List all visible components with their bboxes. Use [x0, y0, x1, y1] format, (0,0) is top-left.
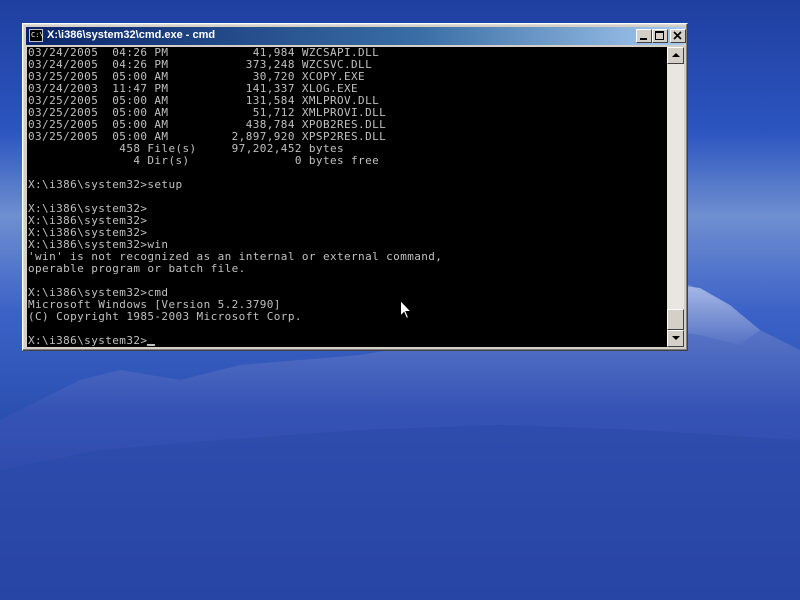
console-lines: 03/24/2005 04:26 PM 41,984 WZCSAPI.DLL 03… [27, 47, 667, 347]
window-title: X:\i386\system32\cmd.exe - cmd [47, 29, 216, 41]
mouse-pointer-icon [400, 300, 412, 320]
title-bar[interactable]: C:\ X:\i386\system32\cmd.exe - cmd [26, 27, 686, 45]
maximize-icon [655, 31, 664, 40]
scrollbar-thumb[interactable] [667, 309, 684, 330]
text-cursor [147, 344, 156, 346]
close-button[interactable] [670, 29, 686, 43]
arrow-down-icon [672, 336, 680, 340]
minimize-button[interactable] [636, 29, 652, 43]
console-line: 4 Dir(s) 0 bytes free [28, 154, 380, 167]
console-line: (C) Copyright 1985-2003 Microsoft Corp. [28, 310, 302, 323]
scroll-up-button[interactable] [667, 47, 684, 64]
minimize-icon [640, 38, 647, 40]
arrow-up-icon [672, 53, 680, 57]
cmd-window[interactable]: C:\ X:\i386\system32\cmd.exe - cmd 03/24… [22, 23, 688, 351]
scroll-down-button[interactable] [667, 330, 684, 347]
console-line: X:\i386\system32> [28, 335, 667, 347]
vertical-scrollbar[interactable] [667, 47, 684, 347]
console-output[interactable]: 03/24/2005 04:26 PM 41,984 WZCSAPI.DLL 03… [27, 47, 667, 347]
cmd-app-icon[interactable]: C:\ [29, 29, 44, 42]
console-line: X:\i386\system32>setup [28, 178, 183, 191]
close-icon [673, 31, 682, 40]
maximize-button[interactable] [652, 29, 668, 43]
console-line: operable program or batch file. [28, 262, 246, 275]
